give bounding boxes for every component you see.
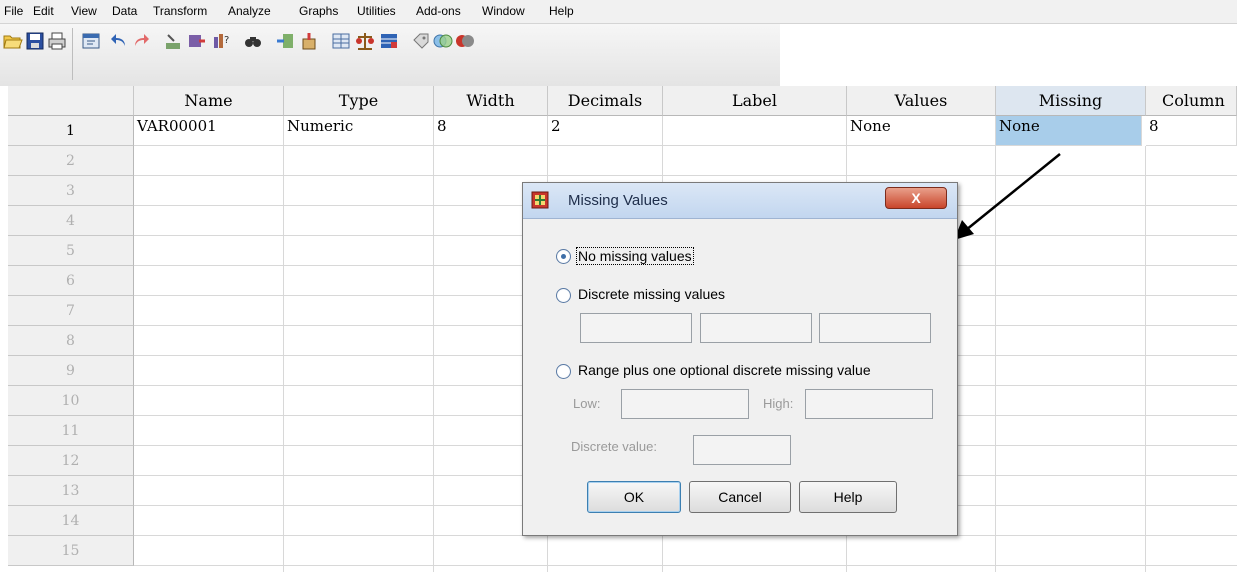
discrete-value-field-3[interactable] [819,313,931,343]
menu-analyze[interactable]: Analyze [228,4,271,18]
ok-button[interactable]: OK [587,481,681,513]
row-header[interactable]: 3 [8,176,134,206]
dialog-title: Missing Values [568,192,668,209]
cell-width[interactable]: 8 [434,116,548,146]
column-header-name[interactable]: Name [134,86,284,116]
open-icon[interactable] [2,30,24,52]
annotation-arrow [954,153,1061,240]
row-header[interactable]: 11 [8,416,134,446]
redo-icon[interactable] [130,30,152,52]
cell-values[interactable]: None [847,116,996,146]
select-cases-icon[interactable] [378,30,400,52]
row-header[interactable]: 2 [8,146,134,176]
row-header[interactable]: 7 [8,296,134,326]
insert-variable-icon[interactable] [298,30,320,52]
menu-transform[interactable]: Transform [153,4,207,18]
dialog-app-icon [531,191,549,209]
menu-bar: File Edit View Data Transform Analyze Gr… [0,0,1237,24]
dialog-title-bar[interactable]: Missing Values X [523,183,957,219]
row-header[interactable]: 10 [8,386,134,416]
corner-header [8,86,134,116]
row-header[interactable]: 8 [8,326,134,356]
value-labels-icon[interactable] [410,30,432,52]
high-label: High: [763,396,794,411]
missing-values-dialog: Missing Values X No missing values Discr… [522,182,958,536]
split-file-icon[interactable] [330,30,352,52]
row-header[interactable]: 6 [8,266,134,296]
column-header-type[interactable]: Type [284,86,434,116]
discrete-value-label: Discrete value: [571,439,657,454]
discrete-value-field-1[interactable] [580,313,692,343]
menu-file[interactable]: File [4,4,23,18]
close-button[interactable]: X [885,187,947,209]
row-header[interactable]: 5 [8,236,134,266]
toolbar: ? [0,24,1237,86]
cell-type[interactable]: Numeric [284,116,434,146]
save-icon[interactable] [24,30,46,52]
row-header[interactable]: 12 [8,446,134,476]
low-label: Low: [573,396,601,411]
undo-icon[interactable] [108,30,130,52]
low-field[interactable] [621,389,749,419]
use-sets-icon[interactable] [432,30,454,52]
menu-view[interactable]: View [71,4,97,18]
toolbar-separator [72,28,73,80]
cell-columns[interactable]: 8 [1146,116,1237,146]
menu-help[interactable]: Help [549,4,574,18]
column-header-label[interactable]: Label [663,86,847,116]
column-header-decimals[interactable]: Decimals [548,86,663,116]
discrete-missing-values-radio[interactable] [556,288,571,303]
cell-name[interactable]: VAR00001 [134,116,284,146]
discrete-missing-values-label[interactable]: Discrete missing values [578,286,725,302]
cell-label[interactable] [663,116,847,146]
column-header-values[interactable]: Values [847,86,996,116]
show-all-variables-icon[interactable] [454,30,476,52]
cell-missing[interactable]: None [996,116,1142,146]
goto-case-icon[interactable] [162,30,184,52]
variables-icon[interactable]: ? [210,30,232,52]
find-icon[interactable] [242,30,264,52]
row-header[interactable]: 9 [8,356,134,386]
menu-window[interactable]: Window [482,4,525,18]
column-header-width[interactable]: Width [434,86,548,116]
discrete-value-field[interactable] [693,435,791,465]
weight-cases-icon[interactable] [354,30,376,52]
cell-decimals[interactable]: 2 [548,116,663,146]
menu-data[interactable]: Data [112,4,137,18]
row-header[interactable]: 13 [8,476,134,506]
row-header[interactable]: 14 [8,506,134,536]
column-header-missing[interactable]: Missing [996,86,1146,116]
range-missing-values-radio[interactable] [556,364,571,379]
help-button[interactable]: Help [799,481,897,513]
menu-utilities[interactable]: Utilities [357,4,396,18]
discrete-value-field-2[interactable] [700,313,812,343]
range-missing-values-label[interactable]: Range plus one optional discrete missing… [578,362,871,378]
print-icon[interactable] [46,30,68,52]
row-header[interactable]: 1 [8,116,134,146]
row-header[interactable]: 4 [8,206,134,236]
menu-add-ons[interactable]: Add-ons [416,4,461,18]
no-missing-values-label[interactable]: No missing values [576,247,694,265]
no-missing-values-radio[interactable] [556,249,571,264]
menu-graphs[interactable]: Graphs [299,4,338,18]
cancel-button[interactable]: Cancel [689,481,791,513]
svg-text:?: ? [224,35,229,46]
row-header[interactable]: 15 [8,536,134,566]
insert-cases-icon[interactable] [274,30,296,52]
dialog-recall-icon[interactable] [80,30,102,52]
column-header-columns[interactable]: Column [1146,86,1237,116]
goto-variable-icon[interactable] [186,30,208,52]
menu-edit[interactable]: Edit [33,4,54,18]
high-field[interactable] [805,389,933,419]
